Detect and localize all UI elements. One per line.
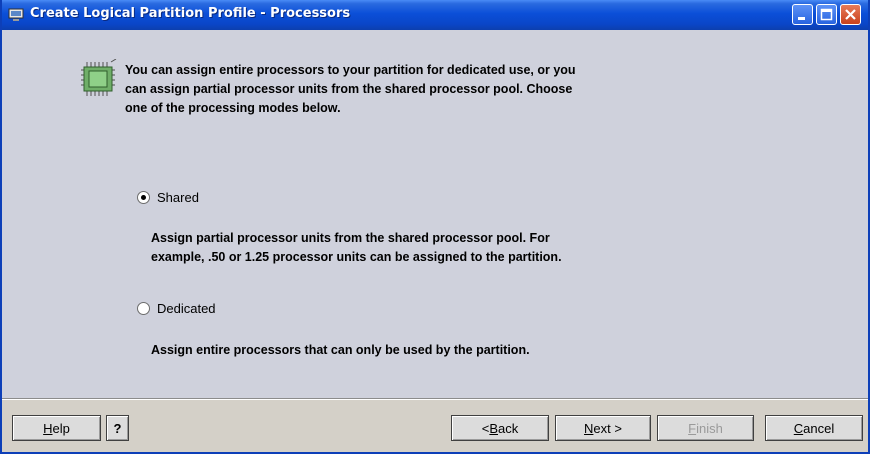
question-mark-icon: ?: [113, 420, 122, 436]
help-mnemonic: H: [43, 420, 53, 436]
dialog-content: You can assign entire processors to your…: [2, 30, 868, 398]
help-question-button[interactable]: ?: [106, 415, 129, 441]
finish-button[interactable]: Finish: [657, 415, 754, 441]
minimize-icon: [798, 17, 805, 20]
close-button[interactable]: [840, 4, 861, 25]
dedicated-radio-label[interactable]: Dedicated: [157, 301, 216, 316]
monitor-icon: [8, 8, 24, 21]
shared-description: Assign partial processor units from the …: [151, 229, 771, 267]
dedicated-desc-line-1: Assign entire processors that can only b…: [151, 343, 530, 357]
minimize-button[interactable]: [792, 4, 813, 25]
maximize-icon: [820, 8, 833, 21]
dedicated-mode-option[interactable]: Dedicated: [137, 301, 216, 316]
back-button[interactable]: < Back: [451, 415, 549, 441]
shared-desc-line-2: example, .50 or 1.25 processor units can…: [151, 250, 562, 264]
button-bar: Help ? < Back Next > Finish Cancel: [2, 400, 868, 452]
intro-line-1: You can assign entire processors to your…: [125, 63, 576, 77]
window-title: Create Logical Partition Profile - Proce…: [30, 6, 351, 21]
dedicated-radio[interactable]: [137, 302, 150, 315]
shared-radio-label[interactable]: Shared: [157, 190, 199, 205]
help-button[interactable]: Help: [12, 415, 101, 441]
close-icon: [845, 9, 856, 20]
finish-mnemonic: F: [688, 420, 697, 436]
intro-line-2: can assign partial processor units from …: [125, 82, 573, 96]
shared-desc-line-1: Assign partial processor units from the …: [151, 231, 550, 245]
back-mnemonic: B: [489, 420, 499, 436]
cancel-mnemonic: C: [793, 420, 804, 436]
processor-chip-icon: [81, 59, 117, 96]
intro-line-3: one of the processing modes below.: [125, 101, 341, 115]
intro-text: You can assign entire processors to your…: [125, 61, 695, 118]
dialog-window: Create Logical Partition Profile - Proce…: [0, 0, 870, 454]
next-button[interactable]: Next >: [555, 415, 651, 441]
dedicated-description: Assign entire processors that can only b…: [151, 341, 771, 360]
cancel-button[interactable]: Cancel: [765, 415, 863, 441]
shared-radio[interactable]: [137, 191, 150, 204]
maximize-button[interactable]: [816, 4, 837, 25]
next-mnemonic: N: [584, 420, 594, 436]
title-bar[interactable]: Create Logical Partition Profile - Proce…: [2, 0, 868, 30]
shared-mode-option[interactable]: Shared: [137, 190, 199, 205]
